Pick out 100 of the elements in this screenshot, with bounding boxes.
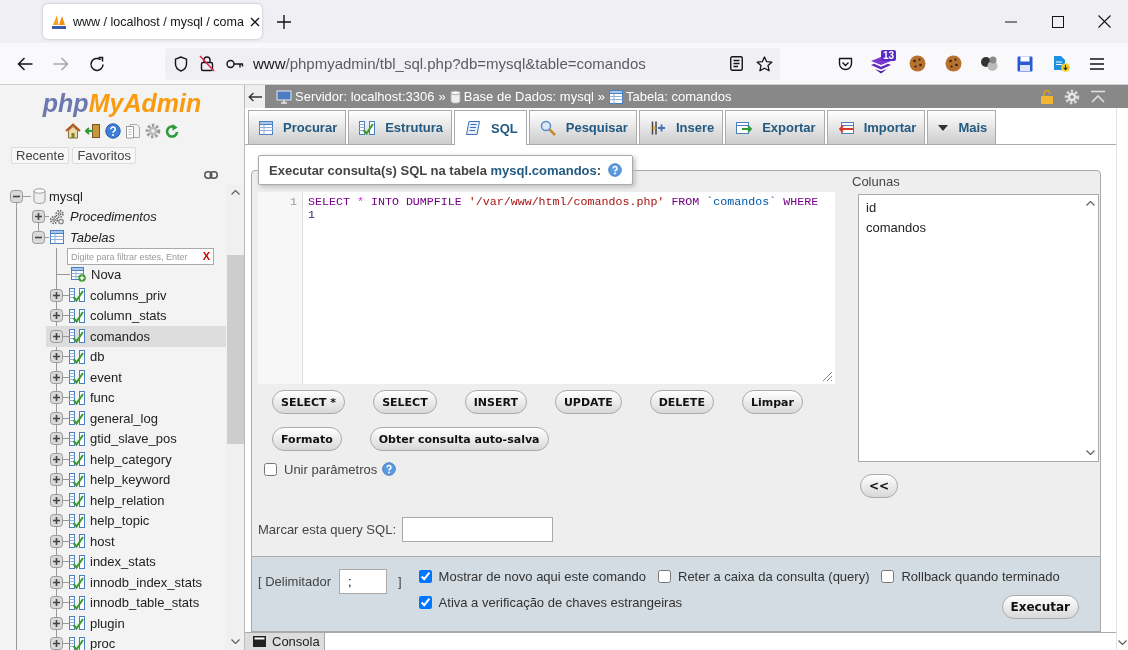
- tree-item[interactable]: help_relation: [46, 490, 226, 511]
- file-download-icon[interactable]: [1052, 55, 1070, 72]
- plus-box-icon[interactable]: [50, 616, 63, 630]
- column-item[interactable]: comandos: [866, 218, 1082, 238]
- checkbox[interactable]: [881, 569, 895, 583]
- help-icon[interactable]: [608, 163, 623, 177]
- plus-box-icon[interactable]: [50, 329, 63, 343]
- tree-item[interactable]: comandos: [46, 326, 226, 347]
- minus-box-icon[interactable]: [10, 189, 23, 203]
- console-tab[interactable]: Consola: [245, 633, 325, 650]
- execute-button[interactable]: Executar: [1001, 595, 1079, 619]
- resize-grip-icon[interactable]: [821, 370, 833, 382]
- help-icon[interactable]: [105, 123, 121, 139]
- sql-button[interactable]: Limpar: [741, 390, 803, 414]
- plus-box-icon[interactable]: [50, 452, 63, 466]
- inbox-chevron-icon[interactable]: [837, 56, 853, 71]
- breadcrumb-link[interactable]: Base de Dados: mysql: [449, 89, 594, 104]
- document-icon[interactable]: [730, 56, 743, 71]
- cookie-icon[interactable]: [944, 55, 962, 72]
- tree-item[interactable]: event: [46, 367, 226, 388]
- tree-item[interactable]: column_stats: [46, 305, 226, 326]
- tree-item[interactable]: Nova: [0, 264, 226, 285]
- table-link[interactable]: mysql.comandos: [490, 162, 597, 178]
- chevron-up-icon[interactable]: [1085, 201, 1095, 206]
- tree-item[interactable]: innodb_index_stats: [46, 572, 226, 593]
- key-icon[interactable]: [226, 58, 244, 69]
- plus-box-icon[interactable]: [50, 309, 63, 323]
- tree-item[interactable]: index_stats: [46, 551, 226, 572]
- cookie-icon[interactable]: [908, 55, 926, 72]
- checkbox[interactable]: [658, 569, 671, 583]
- plus-box-icon[interactable]: [50, 411, 63, 425]
- spheres-icon[interactable]: [980, 55, 998, 72]
- clear-filter-link[interactable]: X: [202, 249, 210, 263]
- maximize-icon[interactable]: [1051, 15, 1064, 28]
- plus-box-icon[interactable]: [50, 555, 63, 569]
- plus-box-icon[interactable]: [50, 391, 63, 405]
- plus-box-icon[interactable]: [50, 534, 63, 548]
- chevron-down-icon[interactable]: [1118, 640, 1127, 645]
- sql-editor[interactable]: 1 SELECT * INTO DUMPFILE '/var/www/html/comandos.php' FROM `comandos` WHERE 1: [258, 192, 835, 384]
- lock-slash-icon[interactable]: [199, 55, 215, 72]
- plus-box-icon[interactable]: [50, 370, 63, 384]
- tab[interactable]: Importar: [826, 110, 926, 144]
- close-icon[interactable]: [1098, 15, 1111, 28]
- plus-box-icon[interactable]: [50, 473, 63, 487]
- plus-box-icon[interactable]: [50, 350, 63, 364]
- settings-icon[interactable]: [145, 123, 161, 139]
- checkbox[interactable]: [418, 569, 432, 583]
- arrow-left-icon[interactable]: [17, 56, 33, 71]
- tree-item[interactable]: columns_priv: [46, 285, 226, 306]
- chevron-up-icon[interactable]: [230, 190, 240, 195]
- tab[interactable]: Estrutura: [348, 110, 452, 144]
- insert-column-button[interactable]: <<: [860, 474, 899, 498]
- tree-item[interactable]: general_log: [46, 408, 226, 429]
- sql-button[interactable]: UPDATE: [554, 390, 622, 414]
- minus-box-icon[interactable]: [32, 230, 45, 244]
- chevron-down-icon[interactable]: [230, 639, 240, 644]
- checkbox[interactable]: [418, 595, 432, 609]
- chevron-down-icon[interactable]: [1085, 450, 1095, 455]
- breadcrumb-link[interactable]: Servidor: localhost:3306: [276, 89, 435, 104]
- sql-button[interactable]: Formato: [272, 427, 342, 451]
- plus-box-icon[interactable]: [50, 596, 63, 610]
- sql-button[interactable]: INSERT: [464, 390, 527, 414]
- help-icon[interactable]: [382, 462, 397, 476]
- column-item[interactable]: id: [866, 198, 1082, 218]
- checkbox[interactable]: [264, 462, 277, 476]
- plus-box-icon[interactable]: [50, 432, 63, 446]
- address-bar[interactable]: www/phpmyadmin/tbl_sql.php?db=mysql&table=comandos: [165, 47, 780, 80]
- favorites-button[interactable]: Favoritos: [72, 147, 136, 164]
- tree-item[interactable]: host: [46, 531, 226, 552]
- collapse-icon[interactable]: [1090, 89, 1106, 104]
- minimize-icon[interactable]: [1004, 20, 1017, 23]
- tab[interactable]: Pesquisar: [528, 110, 637, 144]
- column-list[interactable]: id comandos: [858, 194, 1099, 462]
- plus-box-icon[interactable]: [50, 288, 63, 302]
- bookmark-field[interactable]: [402, 517, 553, 542]
- tree-item[interactable]: func: [46, 387, 226, 408]
- delimiter-field[interactable]: ;: [338, 569, 387, 594]
- sql-code[interactable]: SELECT * INTO DUMPFILE '/var/www/html/comandos.php' FROM `comandos` WHERE 1: [308, 192, 823, 384]
- breadcrumb-link[interactable]: Tabela: comandos: [609, 89, 732, 104]
- tree-item[interactable]: innodb_table_stats: [46, 592, 226, 613]
- close-icon[interactable]: [249, 16, 260, 27]
- tab[interactable]: Procurar: [248, 110, 347, 144]
- link-icon[interactable]: [204, 171, 218, 179]
- tree-item[interactable]: plugin: [46, 613, 226, 634]
- logo-text[interactable]: phpMyAdmin: [0, 85, 244, 123]
- exit-door-icon[interactable]: [85, 123, 101, 139]
- tree-item[interactable]: help_keyword: [46, 469, 226, 490]
- home-icon[interactable]: [65, 123, 81, 139]
- sql-button[interactable]: DELETE: [649, 390, 714, 414]
- back-button[interactable]: [245, 85, 265, 108]
- plus-box-icon[interactable]: [50, 493, 63, 507]
- tab[interactable]: Mais: [927, 110, 997, 144]
- plus-box-icon[interactable]: [32, 210, 45, 224]
- tree-item[interactable]: db: [46, 346, 226, 367]
- scrollbar-thumb[interactable]: [226, 255, 244, 444]
- browser-tab[interactable]: www / localhost / mysql / coma: [43, 4, 262, 39]
- plus-box-icon[interactable]: [50, 637, 63, 650]
- shield-icon[interactable]: [174, 55, 188, 72]
- sql-button[interactable]: SELECT: [373, 390, 437, 414]
- tree-item[interactable]: help_topic: [46, 510, 226, 531]
